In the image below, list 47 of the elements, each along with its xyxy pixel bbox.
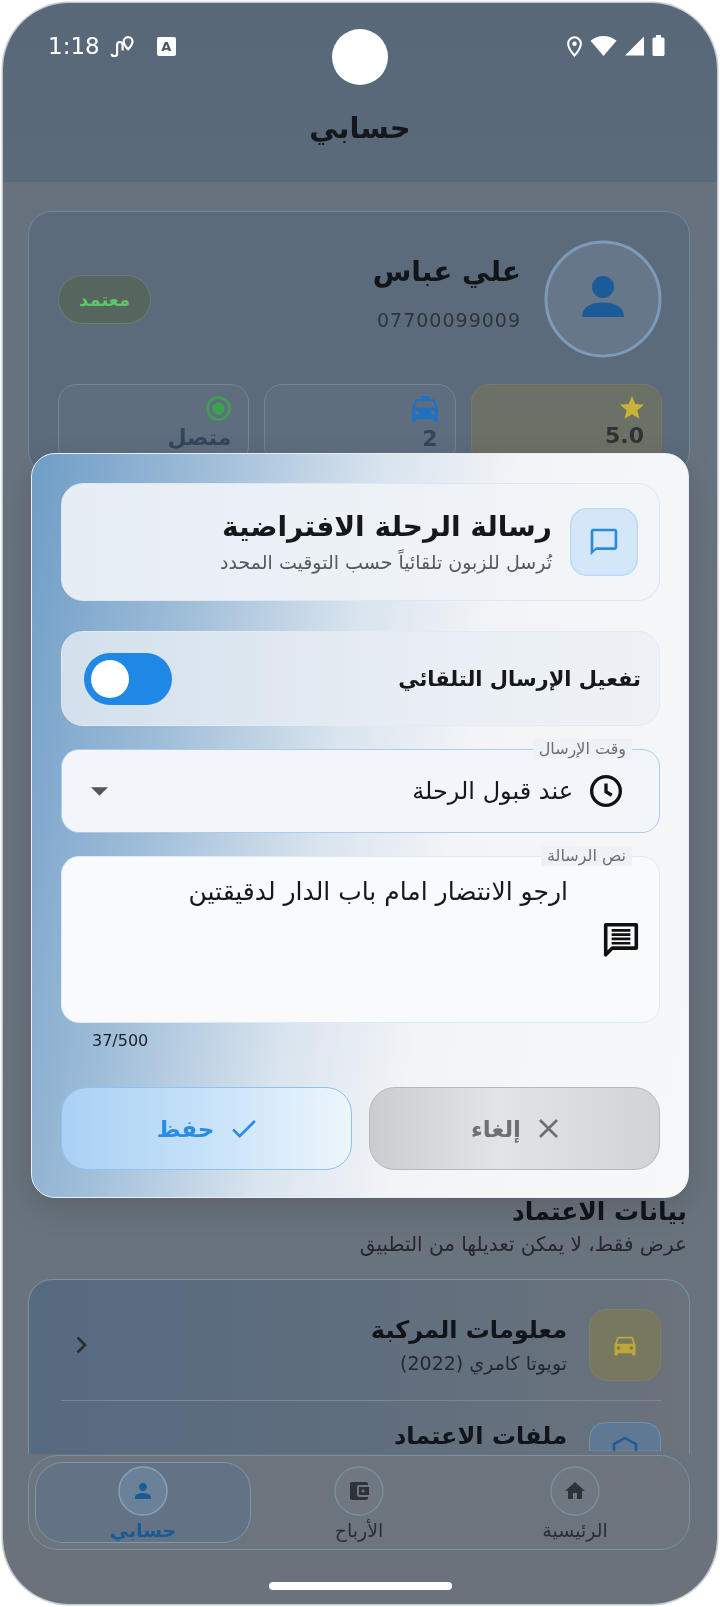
- cancel-button[interactable]: إلغاء: [369, 1087, 660, 1170]
- verified-badge: معتمد: [58, 274, 152, 324]
- taxi-icon: [411, 396, 438, 422]
- location-pin-icon: [567, 35, 582, 57]
- camera-cutout: [332, 29, 388, 85]
- chat-bubble-icon: [570, 508, 638, 576]
- dialog-subtitle: تُرسل للزبون تلقائياً حسب التوقيت المحدد: [220, 550, 552, 574]
- section-subtitle: عرض فقط، لا يمكن تعديلها من التطبيق: [359, 1231, 687, 1257]
- stat-value: 5.0: [605, 423, 644, 449]
- home-icon: [550, 1466, 600, 1516]
- phone-number: 07700099009: [377, 308, 521, 332]
- item-title: ملفات الاعتماد: [393, 1422, 567, 1450]
- list-item[interactable]: معلومات المركبة تويوتا كامري (2022): [29, 1280, 689, 1400]
- toggle-label: تفعيل الإرسال التلقائي: [398, 666, 641, 691]
- list-item[interactable]: ملفات الاعتماد: [29, 1401, 689, 1451]
- nav-tab[interactable]: الرئيسية: [467, 1462, 683, 1543]
- check-icon: [232, 1119, 257, 1138]
- user-name: علي عباس: [372, 254, 521, 290]
- dialog-title: رسالة الرحلة الافتراضية: [222, 510, 552, 544]
- message-icon: [603, 921, 639, 958]
- battery-icon: [652, 35, 665, 57]
- star-icon: [620, 396, 644, 419]
- message-field[interactable]: نص الرسالة ارجو الانتضار امام باب الدار لدقيقتين: [61, 846, 660, 1023]
- toggle-switch[interactable]: [84, 652, 172, 705]
- chevron-icon: [75, 1335, 87, 1355]
- status-time: 1:18: [48, 32, 100, 60]
- car-icon: [589, 1309, 661, 1381]
- item-subtitle: تويوتا كامري (2022): [400, 1351, 567, 1375]
- radio-on-icon: [206, 396, 232, 421]
- person-icon: [118, 1466, 168, 1516]
- signal-icon: [625, 36, 644, 56]
- wifi-icon: [590, 36, 617, 56]
- save-button[interactable]: حفظ: [61, 1087, 352, 1170]
- clock-icon: [590, 775, 622, 807]
- send-time-dropdown[interactable]: وقت الإرسال عند قبول الرحلة: [61, 739, 660, 833]
- field-label: نص الرسالة: [540, 846, 632, 866]
- nav-tab[interactable]: الأرباح: [251, 1462, 467, 1543]
- section-title: بيانات الاعتماد: [511, 1197, 687, 1227]
- wallet-icon: [334, 1466, 384, 1516]
- item-title: معلومات المركبة: [370, 1315, 567, 1345]
- shield-icon: [589, 1422, 661, 1451]
- field-label: وقت الإرسال: [532, 739, 632, 759]
- close-icon: [538, 1119, 558, 1138]
- caret-down-icon: [91, 786, 108, 796]
- screen-title: حسابي: [309, 111, 411, 145]
- character-counter: 37/500: [92, 1031, 149, 1051]
- notification-icon: A: [156, 36, 176, 56]
